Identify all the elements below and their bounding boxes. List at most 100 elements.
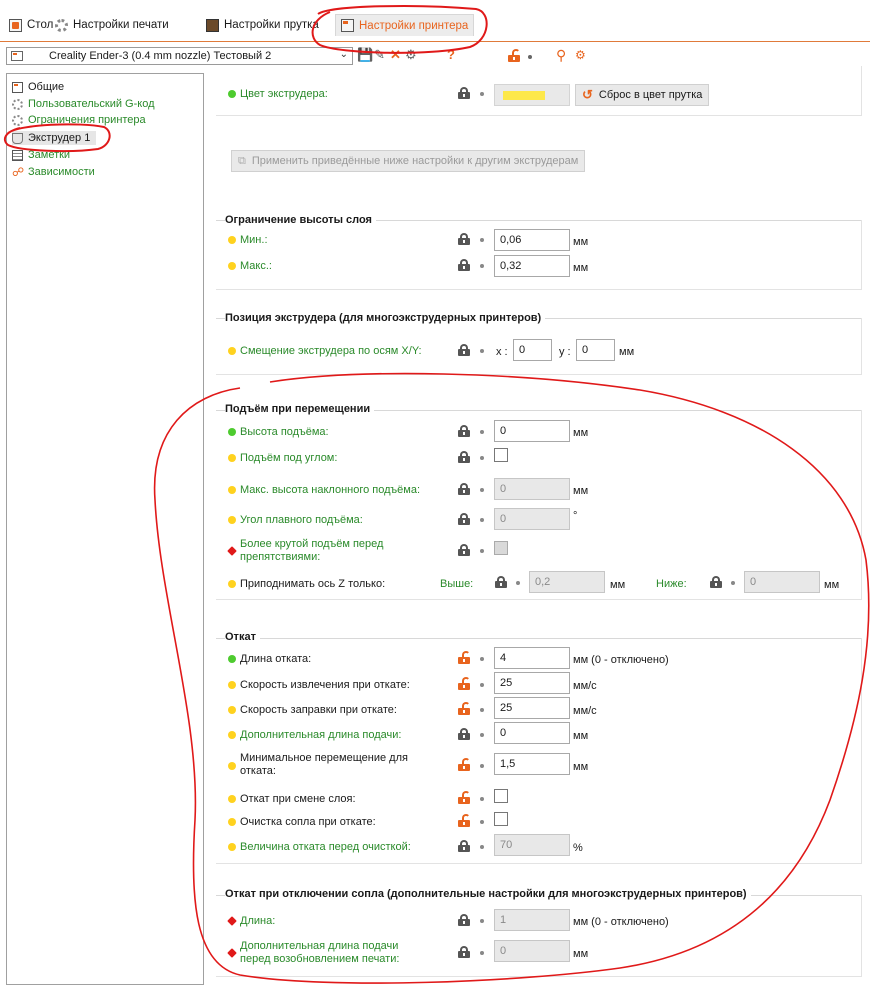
color-swatch-button[interactable] [494,84,570,106]
lock-icon[interactable] [458,259,470,271]
extruder-offset-label: Смещение экструдера по осям X/Y: [240,345,422,357]
notes-icon [12,149,23,161]
min-layer-input[interactable] [494,229,570,251]
lock-icon[interactable] [458,544,470,556]
lift-height-label: Высота подъёма: [240,426,329,438]
steeper-ramp-label-1: Более крутой подъём перед [240,538,384,550]
unlock-icon[interactable] [458,677,470,690]
help-icon[interactable]: ? [447,47,455,63]
unit: мм [824,579,840,591]
sidebar-item-extruder-1[interactable]: Экструдер 1 [12,131,97,145]
sidebar-item-custom-gcode[interactable]: Пользовательский G-код [12,97,155,111]
max-layer-input[interactable] [494,255,570,277]
min-layer-label: Мин.: [240,234,268,246]
extra-length-input[interactable] [494,722,570,744]
tab-filament-settings[interactable]: Настройки прутка [201,14,324,36]
unlock-icon[interactable] [458,791,470,804]
lock-icon[interactable] [495,576,507,588]
sidebar-item-notes[interactable]: Заметки [12,148,70,162]
lock-icon[interactable] [710,576,722,588]
unit: ° [573,510,578,522]
offset-x-input[interactable] [513,339,552,361]
save-icon[interactable]: 💾 [357,47,373,63]
dot-icon [480,430,484,434]
sidebar-item-label: Экструдер 1 [28,132,91,144]
steeper-ramp-label-2: препятствиями: [240,551,321,563]
dot-icon [480,518,484,522]
lock-icon[interactable] [458,840,470,852]
dot-icon [480,264,484,268]
dot-icon [480,733,484,737]
deretract-speed-input[interactable] [494,697,570,719]
retract-length-input[interactable] [494,647,570,669]
dot-icon [480,549,484,553]
lock-icon[interactable] [458,344,470,356]
compare-icon[interactable]: ⚙ [405,47,417,63]
tab-print-settings[interactable]: Настройки печати [50,14,174,36]
sidebar-item-general[interactable]: Общие [12,80,64,94]
status-dot [228,762,236,770]
extruder-color-label: Цвет экструдера: [240,88,328,100]
sidebar-item-label: Заметки [28,149,71,161]
wipe-checkbox[interactable] [494,812,508,826]
steeper-ramp-checkbox[interactable] [494,541,508,555]
status-dot [228,843,236,851]
dot-icon [480,764,484,768]
unlock-icon[interactable] [458,758,470,771]
lock-icon[interactable] [458,451,470,463]
tab-label: Настройки печати [73,19,169,31]
reset-to-filament-color-button[interactable]: ↺ Сброс в цвет прутка [575,84,710,106]
retract-speed-input[interactable] [494,672,570,694]
copy-icon: ⧉ [238,154,246,167]
toolchange-length-input[interactable] [494,909,570,931]
gear-icon [55,18,68,32]
ramp-angle-input[interactable] [494,508,570,530]
tab-printer-settings[interactable]: Настройки принтера [335,14,475,36]
unlock-icon[interactable] [458,651,470,664]
lock-icon[interactable] [458,233,470,245]
lock-icon[interactable] [458,425,470,437]
dot-icon [731,581,735,585]
compare-presets-icon[interactable]: ⚙ [575,47,586,63]
lock-icon[interactable] [458,728,470,740]
lift-above-input[interactable] [529,571,605,593]
extra-length-label: Дополнительная длина подачи: [240,729,402,741]
ramping-lift-checkbox[interactable] [494,448,508,462]
rename-icon[interactable]: ✎ [374,47,385,63]
unlock-icon[interactable] [508,49,520,62]
unlock-icon[interactable] [458,702,470,715]
retract-before-wipe-input[interactable] [494,834,570,856]
status-dot [228,516,236,524]
lock-icon[interactable] [458,914,470,926]
status-dot [228,731,236,739]
apply-label: Применить приведённые ниже настройки к д… [251,155,579,167]
dot-icon [480,456,484,460]
lift-only-label: Приподнимать ось Z только: [240,578,386,590]
sidebar-item-machine-limits[interactable]: Ограничения принтера [12,113,146,127]
lift-height-input[interactable] [494,420,570,442]
status-dot [228,262,236,270]
status-dot [228,681,236,689]
lock-icon[interactable] [458,87,470,99]
offset-y-input[interactable] [576,339,615,361]
color-swatch [503,91,545,100]
dot-icon [480,919,484,923]
chevron-down-icon[interactable]: ⌄ [340,49,348,60]
max-ramp-height-input[interactable] [494,478,570,500]
lock-icon[interactable] [458,483,470,495]
unlock-icon[interactable] [458,814,470,827]
lift-below-input[interactable] [744,571,820,593]
preset-dropdown[interactable]: Creality Ender-3 (0.4 mm nozzle) Тестовы… [6,47,353,65]
unit: мм/с [573,680,597,692]
dot-icon [480,683,484,687]
min-travel-input[interactable] [494,753,570,775]
delete-icon[interactable]: ✕ [390,47,401,63]
lock-icon[interactable] [458,946,470,958]
sidebar-item-dependencies[interactable]: ☍ Зависимости [12,165,95,179]
apply-to-other-extruders-button[interactable]: ⧉ Применить приведённые ниже настройки к… [231,150,586,172]
lock-icon[interactable] [458,513,470,525]
retract-layer-change-checkbox[interactable] [494,789,508,803]
search-icon[interactable]: ⚲ [556,47,566,63]
undo-icon: ↺ [582,87,593,102]
toolchange-extra-input[interactable] [494,940,570,962]
